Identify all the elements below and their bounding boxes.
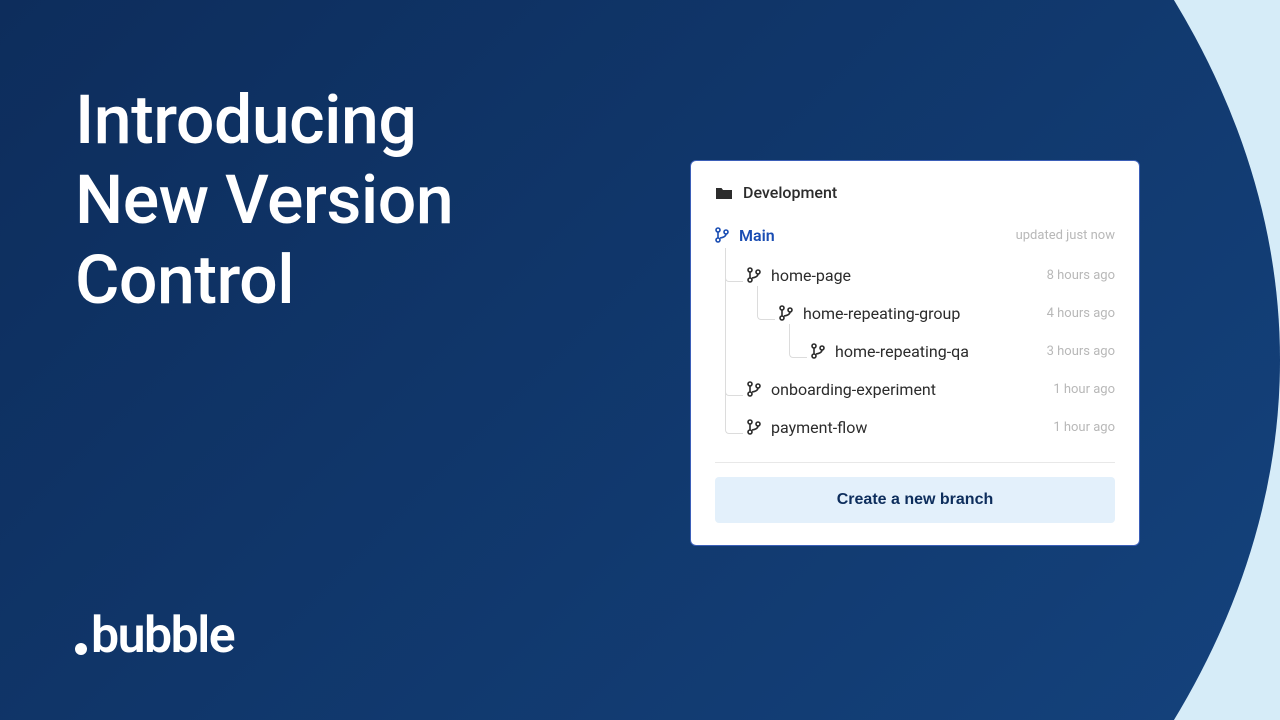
heading-line: Control — [75, 240, 453, 320]
branch-time: 1 hour ago — [1053, 382, 1115, 397]
branch-name: home-repeating-qa — [835, 342, 1047, 361]
logo-dot-icon — [75, 643, 87, 655]
branch-time: 1 hour ago — [1053, 420, 1115, 435]
branch-tree: Main updated just now home-page 8 hours … — [715, 216, 1115, 446]
branch-icon — [811, 343, 825, 359]
branch-name: home-repeating-group — [803, 304, 1047, 323]
branch-item[interactable]: home-repeating-group 4 hours ago — [715, 294, 1115, 332]
branch-icon — [747, 381, 761, 397]
branch-icon — [747, 267, 761, 283]
heading-line: New Version — [75, 160, 453, 240]
divider — [715, 462, 1115, 463]
branch-main[interactable]: Main updated just now — [715, 216, 1115, 254]
folder-icon — [715, 186, 733, 200]
branch-time: 3 hours ago — [1047, 344, 1115, 359]
logo-text: bubble — [91, 607, 234, 665]
heading-line: Introducing — [75, 80, 453, 160]
branch-name: onboarding-experiment — [771, 380, 1053, 399]
branch-icon — [715, 227, 729, 243]
branch-time: updated just now — [1016, 228, 1115, 243]
panel-header: Development — [715, 183, 1115, 202]
branch-name: home-page — [771, 266, 1047, 285]
brand-logo: bubble — [75, 607, 234, 665]
branch-time: 4 hours ago — [1047, 306, 1115, 321]
branch-icon — [779, 305, 793, 321]
panel-title: Development — [743, 183, 837, 202]
branch-item[interactable]: home-page 8 hours ago — [715, 256, 1115, 294]
branch-item[interactable]: payment-flow 1 hour ago — [715, 408, 1115, 446]
create-branch-button[interactable]: Create a new branch — [715, 477, 1115, 523]
branch-name: payment-flow — [771, 418, 1053, 437]
branch-panel: Development Main updated just now — [690, 160, 1140, 546]
hero-heading: Introducing New Version Control — [75, 80, 453, 321]
branch-item[interactable]: home-repeating-qa 3 hours ago — [715, 332, 1115, 370]
branch-name: Main — [739, 226, 1016, 245]
branch-icon — [747, 419, 761, 435]
branch-time: 8 hours ago — [1047, 268, 1115, 283]
branch-item[interactable]: onboarding-experiment 1 hour ago — [715, 370, 1115, 408]
